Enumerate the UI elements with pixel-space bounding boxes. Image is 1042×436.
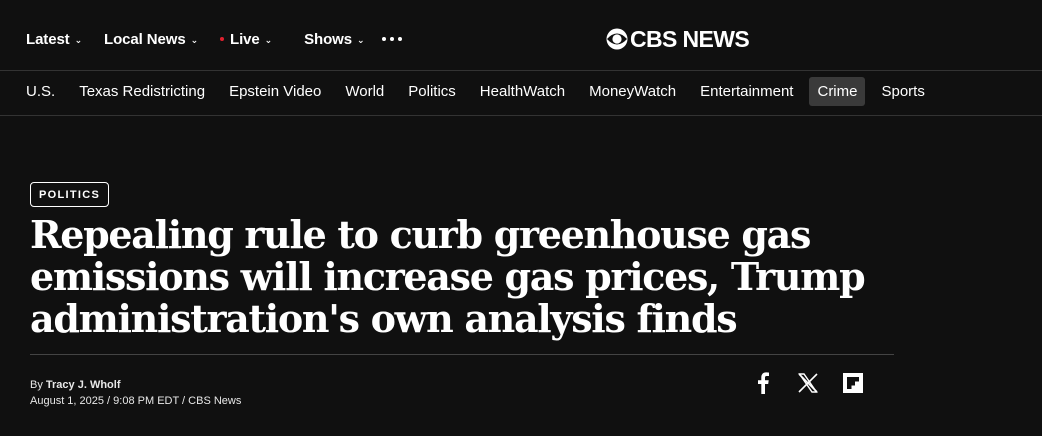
byline: By Tracy J. Wholf [30,379,120,391]
live-dot-icon [220,37,225,41]
top-bar: Latest ⌄ Local News ⌄ Live ⌄ Shows ⌄ CBS… [0,0,1042,71]
flipboard-icon [843,373,863,393]
divider [30,354,894,355]
nav-latest[interactable]: Latest ⌄ [26,31,82,48]
section-tab-world[interactable]: World [337,77,392,106]
byline-prefix: By [30,379,43,391]
nav-local-news[interactable]: Local News ⌄ [104,31,198,48]
chevron-down-icon: ⌄ [190,34,199,45]
nav-live-label: Live [230,30,260,48]
nav-live[interactable]: Live ⌄ [220,31,272,48]
more-menu-icon[interactable] [382,37,403,41]
chevron-down-icon: ⌄ [356,34,365,45]
section-tab-healthwatch[interactable]: HealthWatch [472,77,573,106]
x-icon [798,373,818,393]
section-nav-items: U.S. Texas Redistricting Epstein Video Worl… [18,77,941,106]
x-share-button[interactable] [797,372,819,394]
facebook-share-button[interactable] [752,372,774,394]
section-tab-politics[interactable]: Politics [400,77,464,106]
section-tab-texas-redistricting[interactable]: Texas Redistricting [71,77,213,106]
section-tab-epstein-video[interactable]: Epstein Video [221,77,329,106]
section-tab-entertainment[interactable]: Entertainment [692,77,801,106]
category-badge[interactable]: POLITICS [30,182,110,207]
facebook-icon [758,372,769,394]
logo-wordmark: CBS NEWS [630,25,750,52]
section-tab-sports[interactable]: Sports [873,77,932,106]
chevron-down-icon: ⌄ [264,34,273,45]
section-tab-u-s[interactable]: U.S. [18,77,63,106]
nav-latest-label: Latest [26,30,70,48]
flipboard-share-button[interactable] [842,372,864,394]
cbs-eye-icon [606,28,628,50]
nav-local-news-label: Local News [104,30,186,48]
section-nav: U.S. Texas Redistricting Epstein Video Worl… [0,71,1042,116]
author-link[interactable]: Tracy J. Wholf [46,379,121,391]
nav-shows-label: Shows [304,30,352,48]
section-tab-moneywatch[interactable]: MoneyWatch [581,77,684,106]
dateline: August 1, 2025 / 9:08 PM EDT / CBS News [30,395,242,407]
nav-shows[interactable]: Shows ⌄ [304,31,364,48]
primary-nav: Latest ⌄ Local News ⌄ Live ⌄ Shows ⌄ [26,0,403,78]
section-tab-crime[interactable]: Crime [809,77,866,106]
article-headline: Repealing rule to curb greenhouse gas em… [30,212,866,341]
chevron-down-icon: ⌄ [74,34,83,45]
cbs-news-logo[interactable]: CBS NEWS [606,24,750,54]
